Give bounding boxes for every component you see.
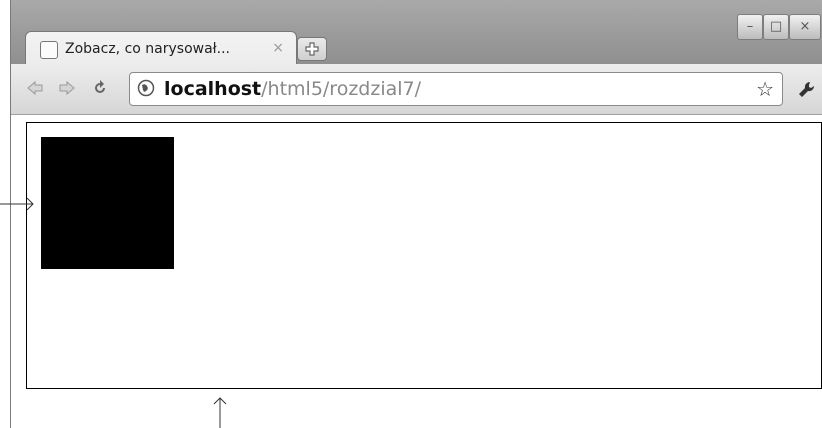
tab-close-icon[interactable]: ×	[272, 40, 284, 56]
browser-tab[interactable]: Zobacz, co narysował... ×	[25, 31, 297, 66]
tab-title: Zobacz, co narysował...	[65, 41, 230, 57]
globe-icon	[137, 79, 155, 97]
url-path: /html5/rozdzial7/	[261, 78, 422, 100]
new-tab-button[interactable]	[297, 37, 327, 61]
forward-arrow-icon[interactable]	[58, 79, 76, 97]
url-host: localhost	[164, 78, 262, 100]
plus-icon	[305, 42, 319, 56]
drawing-canvas	[26, 122, 822, 389]
black-square	[41, 137, 174, 269]
annotation-arrow-up-icon	[213, 397, 227, 428]
wrench-icon[interactable]	[797, 80, 817, 100]
bookmark-star-icon[interactable]: ☆	[756, 77, 774, 101]
browser-window: Zobacz, co narysował... × – □ × localhos…	[10, 0, 822, 428]
page-favicon-icon	[40, 41, 58, 59]
address-bar[interactable]: localhost/html5/rozdzial7/ ☆	[129, 72, 783, 106]
reload-icon[interactable]	[91, 79, 109, 97]
url-text: localhost/html5/rozdzial7/	[164, 78, 421, 100]
annotation-arrow-right-icon	[0, 197, 34, 211]
close-window-button[interactable]: ×	[789, 14, 821, 40]
back-arrow-icon[interactable]	[26, 79, 44, 97]
minimize-button[interactable]: –	[737, 14, 763, 40]
maximize-button[interactable]: □	[763, 14, 789, 40]
